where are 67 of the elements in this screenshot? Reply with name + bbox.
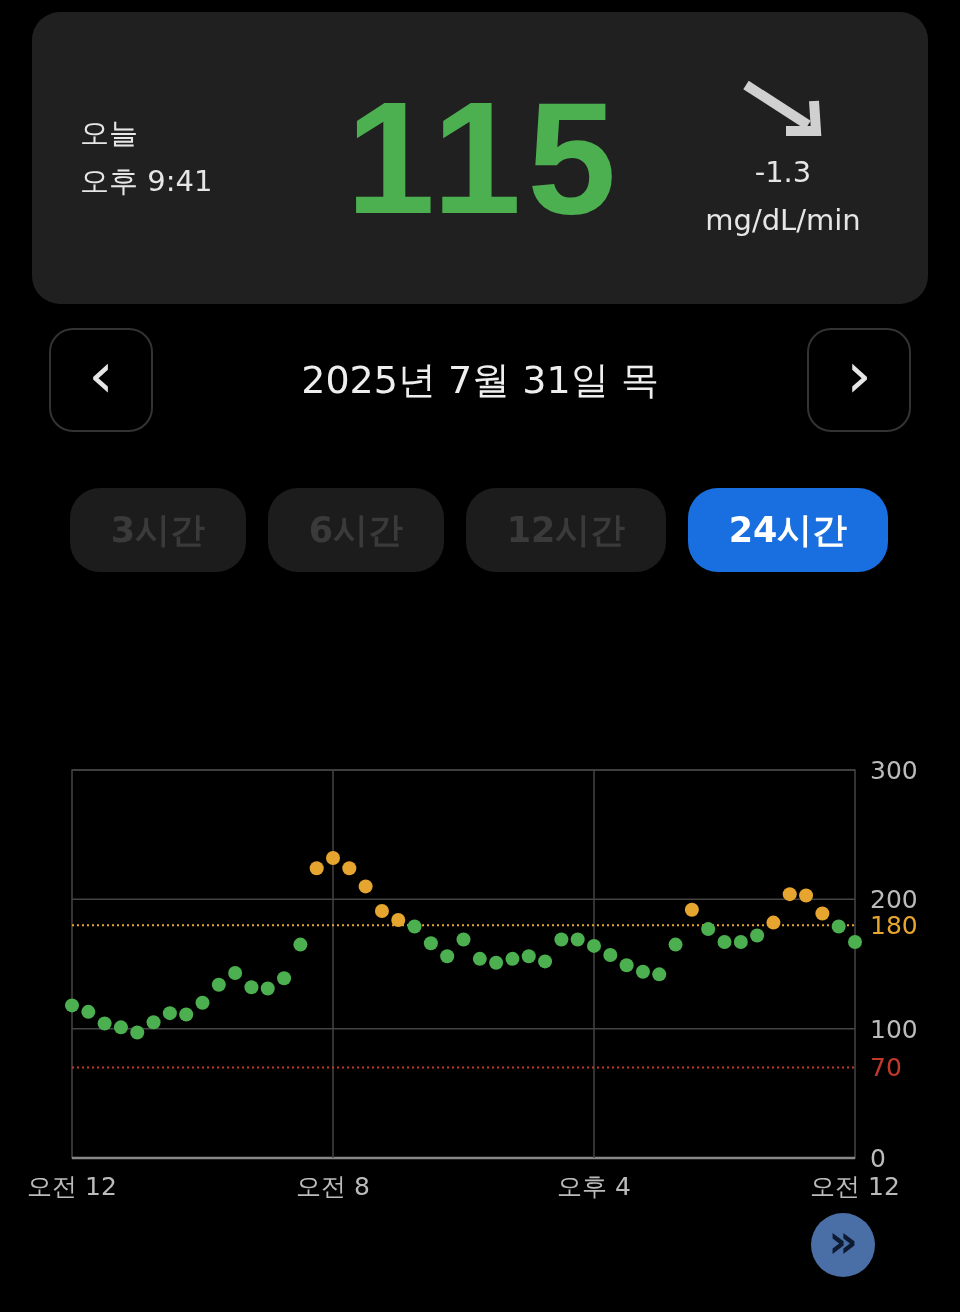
glucose-point (766, 915, 781, 930)
x-tick-label: 오전 12 (27, 1172, 117, 1201)
glucose-point (374, 903, 389, 918)
glucose-point (848, 935, 862, 949)
glucose-point (456, 932, 471, 947)
glucose-point (326, 850, 340, 865)
glucose-point (538, 954, 553, 969)
glucose-point (489, 955, 504, 970)
y-tick-label: 100 (870, 1014, 918, 1044)
glucose-point (815, 906, 830, 921)
range-tab[interactable]: 24시간 (688, 488, 888, 572)
time-label: 오후 9:41 (80, 163, 214, 200)
glucose-point (309, 861, 324, 876)
glucose-point (603, 947, 618, 962)
y-tick-label: 0 (870, 1144, 886, 1173)
glucose-point (717, 935, 732, 949)
glucose-point (668, 937, 683, 952)
glucose-point (684, 902, 699, 917)
glucose-point (570, 932, 585, 947)
glucose-value: 115 (346, 67, 624, 249)
glucose-point (652, 967, 667, 982)
glucose-point (733, 935, 748, 949)
threshold-label: 70 (870, 1053, 902, 1083)
glucose-point (358, 879, 373, 894)
glucose-point (472, 951, 487, 966)
glucose-point (97, 1016, 112, 1031)
glucose-point (195, 995, 210, 1010)
glucose-point (505, 951, 520, 966)
glucose-point (782, 887, 797, 902)
date-label: 2025년 7월 31일 목 (301, 356, 659, 404)
x-tick-label: 오전 8 (296, 1172, 370, 1201)
trend-value: -1.3 (754, 155, 812, 189)
glucose-point (211, 977, 226, 992)
glucose-point (750, 928, 765, 943)
glucose-point (440, 949, 455, 964)
glucose-point (619, 958, 634, 973)
glucose-point (831, 919, 846, 934)
x-tick-label: 오전 12 (810, 1172, 900, 1201)
glucose-point (228, 966, 243, 981)
glucose-point (293, 937, 308, 952)
glucose-point (244, 980, 259, 995)
glucose-point (162, 1006, 177, 1021)
glucose-point (179, 1007, 194, 1022)
glucose-point (113, 1020, 128, 1035)
glucose-point (342, 861, 357, 876)
glucose-point (391, 913, 406, 928)
previous-day-button[interactable]: ‹ (49, 328, 153, 432)
fast-forward-button[interactable]: » (811, 1213, 875, 1277)
glucose-point (130, 1025, 145, 1040)
glucose-point (587, 938, 601, 953)
glucose-point (423, 936, 438, 951)
glucose-point (407, 919, 422, 934)
trend-unit: mg/dL/min (705, 203, 861, 237)
glucose-point (81, 1004, 96, 1019)
y-tick-label: 300 (870, 756, 918, 785)
glucose-point (277, 971, 292, 986)
glucose-point (260, 981, 275, 996)
glucose-point (146, 1015, 161, 1030)
next-day-button[interactable]: › (807, 328, 911, 432)
glucose-point (554, 932, 569, 947)
glucose-point (701, 922, 716, 937)
glucose-point (635, 964, 650, 979)
x-tick-label: 오후 4 (557, 1172, 631, 1201)
glucose-point (521, 949, 536, 964)
glucose-point (799, 888, 814, 903)
day-label: 오늘 (80, 115, 139, 152)
glucose-point (65, 998, 79, 1013)
